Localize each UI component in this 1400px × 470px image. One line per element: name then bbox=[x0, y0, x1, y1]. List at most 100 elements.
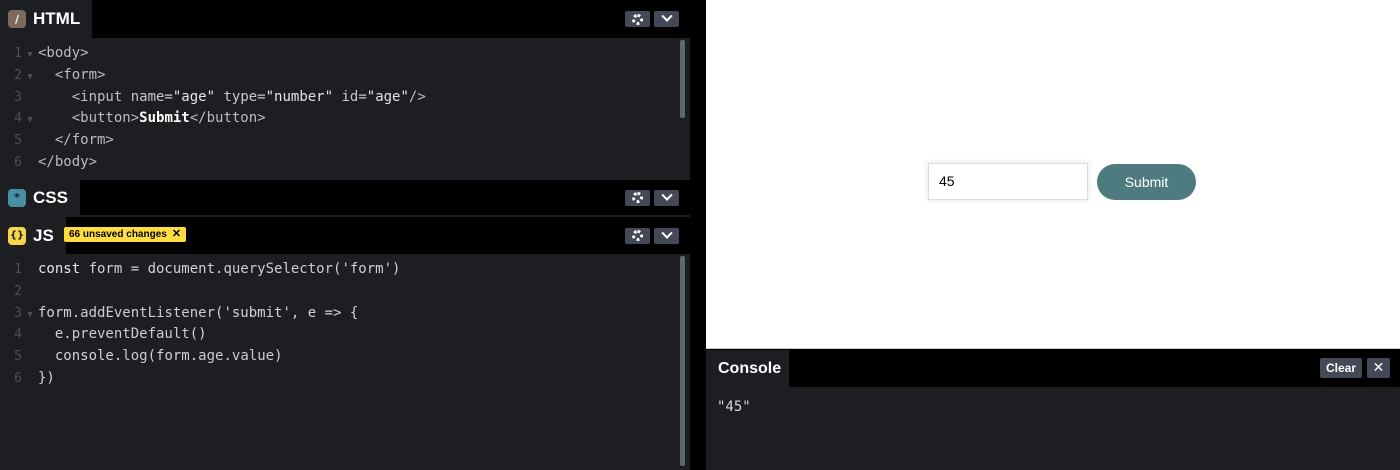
code-token: . bbox=[223, 348, 232, 365]
js-collapse-button[interactable] bbox=[654, 227, 679, 244]
unsaved-changes-badge[interactable]: 66 unsaved changes ✕ bbox=[64, 227, 187, 242]
code-token: e. bbox=[38, 326, 72, 343]
gear-icon bbox=[632, 192, 643, 203]
js-tab-label: JS bbox=[33, 225, 54, 245]
code-token: name= bbox=[130, 88, 173, 105]
line-number: 2 bbox=[14, 67, 22, 83]
gear-icon bbox=[632, 230, 643, 241]
braces-icon: {} bbox=[8, 226, 26, 245]
line-number: 4 bbox=[14, 111, 22, 127]
js-tab[interactable]: {} JS bbox=[0, 217, 66, 254]
fold-arrow-icon[interactable]: ▼ bbox=[22, 304, 38, 326]
chevron-down-icon bbox=[660, 189, 673, 201]
code-line[interactable]: 3 <input name="age" type="number" id="ag… bbox=[0, 86, 680, 108]
fold-arrow-icon[interactable]: ▼ bbox=[22, 44, 38, 66]
css-tab[interactable]: * CSS bbox=[0, 180, 80, 215]
line-number: 6 bbox=[14, 371, 22, 386]
code-line[interactable]: 6}) bbox=[0, 367, 680, 389]
html-collapse-button[interactable] bbox=[654, 10, 679, 27]
close-icon[interactable]: ✕ bbox=[1367, 358, 1390, 378]
line-number: 6 bbox=[14, 155, 22, 170]
code-line[interactable]: 4 ▼ <button>Submit</button> bbox=[0, 107, 680, 129]
code-token: <input bbox=[38, 88, 131, 105]
code-token: </body> bbox=[38, 154, 98, 170]
console-log-entry: "45" bbox=[717, 399, 751, 415]
line-number: 4 bbox=[14, 327, 22, 343]
code-token: form = document. bbox=[88, 261, 224, 277]
code-token: () bbox=[189, 326, 207, 343]
code-token: querySelector bbox=[223, 261, 334, 277]
code-line[interactable]: 1 ▼ <body> bbox=[0, 42, 680, 64]
code-token: <form> bbox=[38, 66, 106, 83]
code-token: "age" bbox=[172, 88, 216, 105]
code-token: console. bbox=[38, 348, 123, 365]
chevron-down-icon bbox=[660, 10, 673, 22]
code-token: <button> bbox=[38, 110, 140, 127]
code-token: log bbox=[122, 348, 148, 365]
clear-console-button[interactable]: Clear bbox=[1320, 358, 1362, 378]
console-header: Console Clear ✕ bbox=[706, 350, 1400, 387]
code-token: /> bbox=[408, 88, 426, 105]
line-number: 3 bbox=[14, 305, 22, 321]
html-tab-label: HTML bbox=[33, 9, 81, 28]
code-line[interactable]: 1 const form = document.querySelector('fo… bbox=[0, 258, 680, 280]
code-line[interactable]: 2 bbox=[0, 280, 680, 302]
age-number-input[interactable]: 45 bbox=[928, 163, 1088, 200]
code-token: Submit bbox=[139, 110, 190, 127]
code-token: preventDefault bbox=[71, 326, 190, 343]
css-collapse-button[interactable] bbox=[654, 189, 679, 206]
html-code-editor[interactable]: 1 ▼ <body> 2 ▼ <form> 3 <input name="age" typ… bbox=[0, 38, 690, 180]
code-token: ('submit', e => { bbox=[215, 304, 359, 321]
code-line[interactable]: 5 </form> bbox=[0, 129, 680, 151]
css-tab-label: CSS bbox=[33, 187, 68, 207]
code-token: </form> bbox=[38, 132, 114, 149]
line-number: 1 bbox=[14, 262, 22, 277]
js-code-editor[interactable]: 1 const form = document.querySelector('fo… bbox=[0, 254, 690, 470]
html-panel-header: / HTML bbox=[0, 0, 690, 38]
code-token: value bbox=[231, 348, 275, 365]
code-token: age bbox=[198, 348, 224, 365]
console-output-area: "45" bbox=[706, 387, 1400, 470]
code-token: addEventListener bbox=[80, 304, 216, 321]
line-number: 1 bbox=[14, 46, 22, 61]
code-token: id= bbox=[333, 88, 367, 105]
chevron-down-icon bbox=[660, 227, 673, 239]
asterisk-icon: * bbox=[8, 188, 26, 207]
fold-arrow-icon[interactable]: ▼ bbox=[22, 66, 38, 88]
code-token: }) bbox=[38, 370, 55, 386]
code-token: "number" bbox=[265, 88, 334, 105]
code-line[interactable]: 6 </body> bbox=[0, 151, 680, 173]
code-token: </button> bbox=[189, 110, 266, 127]
code-line[interactable]: 5 console.log(form.age.value) bbox=[0, 345, 680, 367]
code-line[interactable]: 4 e.preventDefault() bbox=[0, 323, 680, 345]
line-number: 5 bbox=[14, 349, 22, 365]
code-token: (form. bbox=[147, 348, 199, 365]
dismiss-icon[interactable]: ✕ bbox=[172, 227, 181, 242]
line-number: 2 bbox=[14, 283, 22, 299]
unsaved-changes-text: 66 unsaved changes bbox=[69, 229, 167, 240]
js-scrollbar[interactable] bbox=[680, 256, 685, 466]
fold-arrow-icon[interactable]: ▼ bbox=[22, 109, 38, 131]
html-settings-button[interactable] bbox=[625, 11, 650, 27]
js-settings-button[interactable] bbox=[625, 227, 650, 244]
code-token: "age" bbox=[366, 88, 409, 105]
line-number: 3 bbox=[14, 89, 22, 105]
result-preview: 45 Submit bbox=[706, 0, 1400, 349]
css-panel-header: * CSS bbox=[0, 180, 690, 215]
gear-icon bbox=[632, 13, 643, 25]
submit-button[interactable]: Submit bbox=[1097, 164, 1196, 200]
code-line[interactable]: 2 ▼ <form> bbox=[0, 64, 680, 86]
html-scrollbar[interactable] bbox=[680, 40, 685, 118]
pane-resize-handle[interactable] bbox=[690, 0, 706, 470]
code-line[interactable]: 3 ▼ form.addEventListener('submit', e => { bbox=[0, 302, 680, 324]
code-token: ) bbox=[274, 348, 283, 365]
console-tab[interactable]: Console bbox=[706, 350, 789, 387]
code-token: type= bbox=[215, 88, 266, 105]
editor-column: / HTML 1 ▼ <body> 2 ▼ <form> 3 <input name="a… bbox=[0, 0, 690, 470]
code-token: const bbox=[38, 261, 89, 277]
slash-icon: / bbox=[8, 10, 26, 28]
code-token: <body> bbox=[38, 45, 89, 61]
css-settings-button[interactable] bbox=[625, 189, 650, 206]
code-token: ('form') bbox=[333, 261, 401, 277]
html-tab[interactable]: / HTML bbox=[0, 0, 93, 38]
